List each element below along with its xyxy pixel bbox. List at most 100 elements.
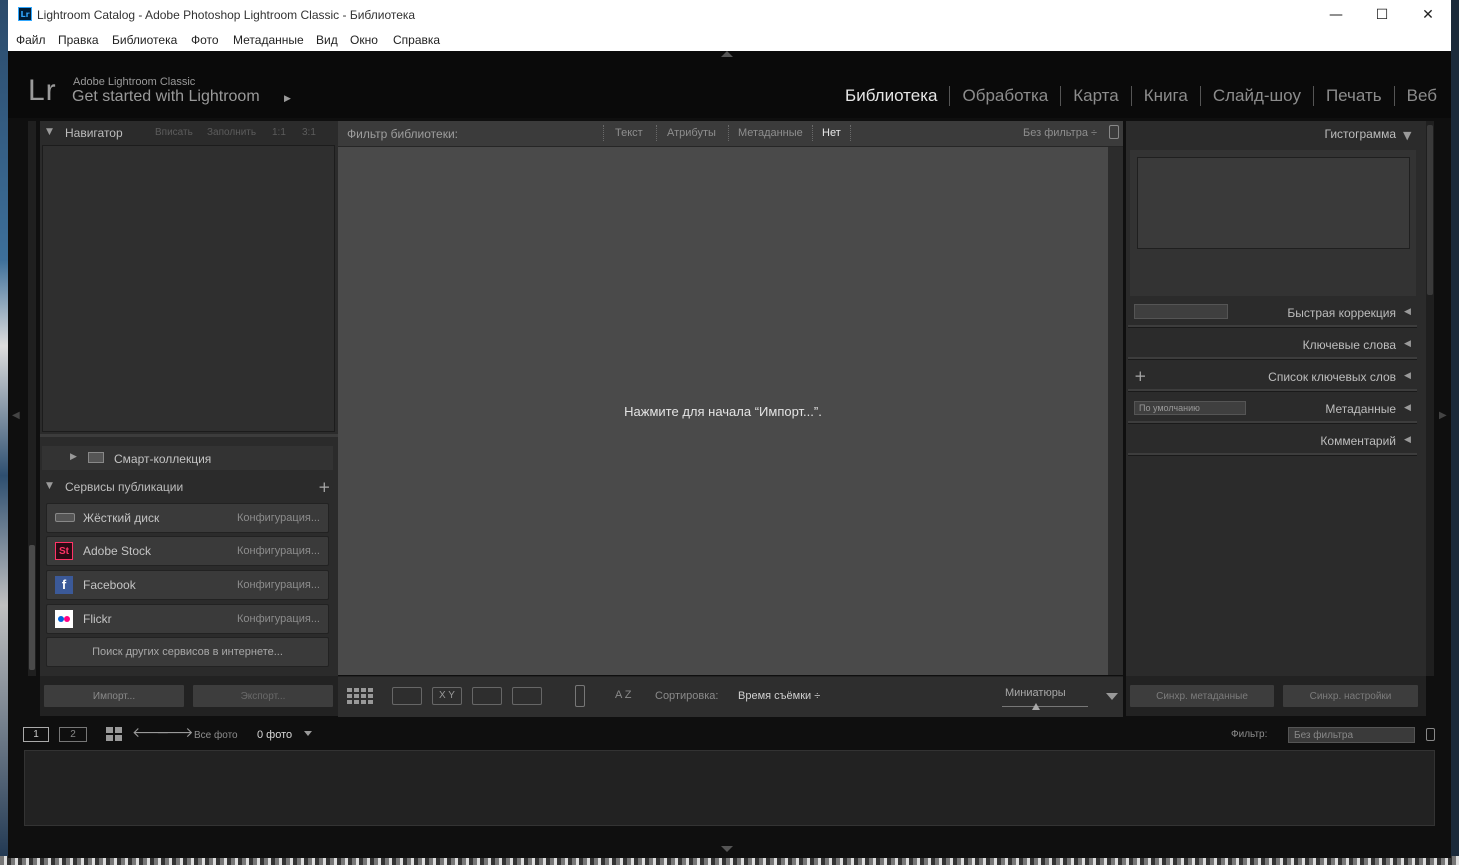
- keywording-header[interactable]: Ключевые слова: [1128, 338, 1396, 354]
- module-library[interactable]: Библиотека: [833, 86, 949, 106]
- sort-direction-icon[interactable]: A Z: [615, 689, 632, 701]
- expand-icon[interactable]: ▶: [70, 452, 77, 462]
- quick-develop-header[interactable]: Быстрая коррекция: [1128, 306, 1396, 322]
- service-config[interactable]: Конфигурация...: [237, 512, 320, 524]
- sort-order-select[interactable]: Время съёмки ÷: [738, 690, 820, 702]
- metadata-header[interactable]: Метаданные: [1128, 402, 1396, 418]
- keywording-title: Ключевые слова: [1302, 338, 1396, 352]
- histogram-collapse-icon[interactable]: ▼: [1403, 129, 1411, 142]
- maximize-button[interactable]: ☐: [1359, 0, 1405, 31]
- service-config[interactable]: Конфигурация...: [237, 613, 320, 625]
- comments-header[interactable]: Комментарий: [1128, 434, 1396, 450]
- filter-attributes[interactable]: Атрибуты: [667, 127, 716, 139]
- filter-separator: [850, 125, 851, 141]
- comments-expand-icon[interactable]: ◀: [1404, 435, 1411, 445]
- module-print[interactable]: Печать: [1312, 86, 1394, 106]
- main-window-button[interactable]: 1: [23, 727, 49, 742]
- lock-icon[interactable]: [1109, 125, 1119, 139]
- loupe-view-icon[interactable]: [392, 687, 422, 705]
- toolbar-menu-chevron-icon[interactable]: [1106, 693, 1118, 700]
- navigator-collapse-icon[interactable]: ▼: [46, 127, 53, 137]
- menu-photo[interactable]: Фото: [191, 33, 219, 47]
- keywording-expand-icon[interactable]: ◀: [1404, 339, 1411, 349]
- sync-metadata-button[interactable]: Синхр. метаданные: [1129, 684, 1275, 708]
- navigator-1-1[interactable]: 1:1: [272, 127, 286, 138]
- collapse-filmstrip-icon[interactable]: [721, 846, 733, 852]
- filter-metadata[interactable]: Метаданные: [738, 127, 803, 139]
- export-button[interactable]: Экспорт...: [192, 684, 334, 708]
- service-name: Жёсткий диск: [83, 511, 160, 525]
- add-publish-service-icon[interactable]: +: [318, 478, 331, 496]
- painter-spray-icon[interactable]: [575, 685, 585, 707]
- collapse-right-panel-icon[interactable]: ▶: [1439, 410, 1447, 421]
- navigator-fill[interactable]: Заполнить: [207, 127, 256, 138]
- service-config[interactable]: Конфигурация...: [237, 579, 320, 591]
- filter-text[interactable]: Текст: [615, 127, 643, 139]
- service-config[interactable]: Конфигурация...: [237, 545, 320, 557]
- import-prompt[interactable]: Нажмите для начала “Импорт...”.: [338, 404, 1108, 419]
- second-window-button[interactable]: 2: [59, 727, 87, 742]
- filter-preset-select[interactable]: Без фильтра ÷: [1023, 127, 1097, 139]
- minimize-button[interactable]: —: [1313, 0, 1359, 31]
- close-button[interactable]: ✕: [1405, 0, 1451, 31]
- facebook-icon: f: [55, 576, 73, 594]
- forward-arrow-icon[interactable]: 🡒: [156, 724, 194, 741]
- histogram-graph: [1137, 157, 1410, 249]
- menu-window[interactable]: Окно: [350, 33, 378, 47]
- service-flickr[interactable]: Flickr Конфигурация...: [46, 604, 329, 634]
- service-hard-drive[interactable]: Жёсткий диск Конфигурация...: [46, 503, 329, 533]
- service-name: Flickr: [83, 612, 112, 626]
- thumbnail-size-slider[interactable]: [1002, 706, 1088, 707]
- survey-view-icon[interactable]: [472, 687, 502, 705]
- source-label[interactable]: Все фото: [194, 730, 238, 741]
- metadata-expand-icon[interactable]: ◀: [1404, 403, 1411, 413]
- quick-develop-expand-icon[interactable]: ◀: [1404, 307, 1411, 317]
- histogram-header[interactable]: Гистограмма: [1128, 127, 1396, 143]
- keyword-list-header[interactable]: Список ключевых слов: [1128, 370, 1396, 386]
- module-slideshow[interactable]: Слайд-шоу: [1199, 86, 1313, 106]
- service-name: Adobe Stock: [83, 544, 152, 558]
- menu-library[interactable]: Библиотека: [112, 33, 177, 47]
- navigator-fit[interactable]: Вписать: [155, 127, 193, 138]
- get-started-link[interactable]: Get started with Lightroom: [72, 88, 260, 106]
- menu-metadata[interactable]: Метаданные: [233, 33, 304, 47]
- grid-view-icon[interactable]: [346, 687, 376, 705]
- panel-splitter[interactable]: [40, 434, 338, 437]
- keyword-list-expand-icon[interactable]: ◀: [1404, 371, 1411, 381]
- filmstrip-lock-icon[interactable]: [1426, 728, 1435, 741]
- smart-collection-row[interactable]: ▶ Смарт-коллекция: [42, 446, 333, 470]
- collapse-top-panel-icon[interactable]: [721, 51, 733, 57]
- filmstrip[interactable]: [24, 750, 1435, 826]
- service-adobe-stock[interactable]: St Adobe Stock Конфигурация...: [46, 536, 329, 566]
- source-dropdown-icon[interactable]: [304, 731, 312, 736]
- people-view-icon[interactable]: [512, 687, 542, 705]
- menu-view[interactable]: Вид: [316, 33, 338, 47]
- module-book[interactable]: Книга: [1130, 86, 1200, 106]
- find-more-services-button[interactable]: Поиск других сервисов в интернете...: [46, 637, 329, 667]
- library-filter-label: Фильтр библиотеки:: [347, 127, 458, 141]
- play-icon[interactable]: ▶: [284, 94, 291, 104]
- photo-count[interactable]: 0 фото: [257, 729, 292, 741]
- menu-file[interactable]: Файл: [16, 33, 46, 47]
- grid-icon[interactable]: [106, 727, 122, 744]
- publish-services-collapse-icon[interactable]: ▼: [46, 481, 53, 491]
- filter-none[interactable]: Нет: [822, 127, 841, 139]
- module-map[interactable]: Карта: [1060, 86, 1131, 106]
- module-develop[interactable]: Обработка: [949, 86, 1060, 106]
- right-panel-scroll-thumb[interactable]: [1427, 125, 1433, 295]
- filmstrip-filter-select[interactable]: Без фильтра: [1288, 727, 1415, 743]
- collapse-left-panel-icon[interactable]: ◀: [12, 410, 20, 421]
- lr-logo: Lr: [28, 74, 57, 107]
- menu-help[interactable]: Справка: [393, 33, 440, 47]
- grid-scrollbar[interactable]: [1108, 147, 1123, 675]
- lightroom-app-icon: Lr: [18, 7, 32, 21]
- import-button[interactable]: Импорт...: [43, 684, 185, 708]
- navigator-3-1[interactable]: 3:1: [302, 127, 316, 138]
- thumbnail-size-slider-knob[interactable]: [1032, 703, 1041, 710]
- compare-view-icon[interactable]: X Y: [432, 687, 462, 705]
- left-panel-scroll-thumb[interactable]: [29, 545, 35, 670]
- menu-edit[interactable]: Правка: [58, 33, 99, 47]
- module-web[interactable]: Веб: [1393, 86, 1437, 106]
- sync-settings-button[interactable]: Синхр. настройки: [1282, 684, 1419, 708]
- service-facebook[interactable]: f Facebook Конфигурация...: [46, 570, 329, 600]
